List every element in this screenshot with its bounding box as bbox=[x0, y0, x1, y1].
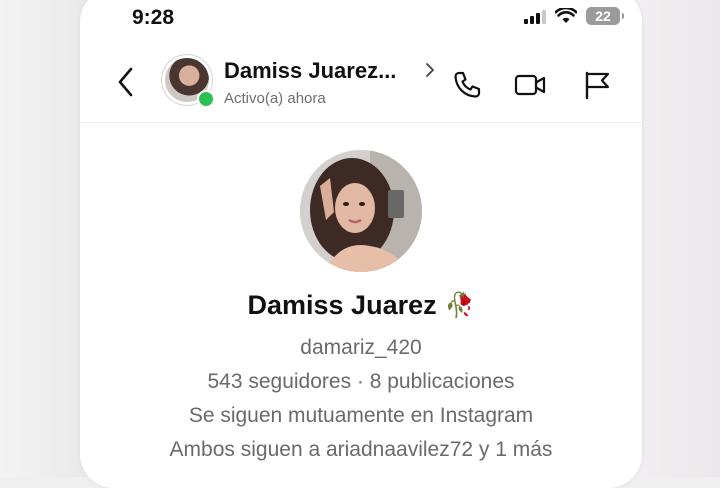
background-left bbox=[0, 0, 90, 477]
profile-picture[interactable] bbox=[300, 150, 422, 272]
profile-name: Damiss Juarez bbox=[247, 290, 437, 320]
header-contact-name[interactable]: Damiss Juarez... bbox=[224, 58, 396, 84]
status-icons: 22 bbox=[524, 7, 624, 25]
chat-header: Damiss Juarez... Activo(a) ahora bbox=[80, 50, 642, 120]
header-divider bbox=[80, 122, 642, 123]
profile-stats: 543 seguidores · 8 publicaciones bbox=[207, 370, 515, 393]
profile-name-row: Damiss Juarez 🥀 bbox=[80, 290, 642, 321]
wifi-icon bbox=[555, 8, 577, 23]
phone-icon[interactable] bbox=[450, 68, 484, 102]
profile-username: damariz_420 bbox=[300, 336, 422, 359]
header-active-status: Activo(a) ahora bbox=[224, 90, 326, 107]
background-right bbox=[630, 0, 720, 477]
profile-photo bbox=[300, 150, 422, 272]
followers-in-common: Ambos siguen a ariadnaavilez72 y 1 más bbox=[169, 438, 553, 461]
chevron-right-icon[interactable] bbox=[424, 62, 436, 78]
cellular-signal-icon bbox=[524, 9, 546, 24]
back-icon[interactable] bbox=[114, 64, 138, 100]
video-icon[interactable] bbox=[513, 68, 547, 102]
battery-icon: 22 bbox=[586, 7, 624, 25]
mutual-follow-text: Se siguen mutuamente en Instagram bbox=[188, 404, 534, 427]
online-status-dot bbox=[197, 90, 215, 108]
battery-level: 22 bbox=[595, 8, 611, 24]
status-time: 9:28 bbox=[132, 6, 175, 29]
chat-screen: 9:28 22 Damiss Juarez... Activo(a) ahora… bbox=[80, 0, 642, 488]
wilted-rose-emoji: 🥀 bbox=[444, 292, 475, 319]
flag-icon[interactable] bbox=[580, 68, 614, 102]
